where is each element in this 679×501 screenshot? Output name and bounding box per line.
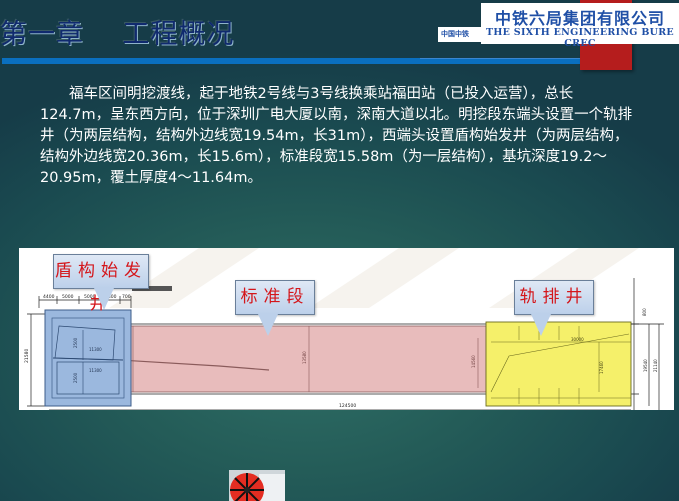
dim-right-1: 19540	[643, 359, 648, 372]
dim-right-top: 800	[642, 308, 647, 316]
dim-track-2: 17460	[599, 361, 604, 374]
company-name-en: THE SIXTH ENGINEERING BURE CREC	[486, 27, 674, 49]
callout-shield-launch-shaft: 盾构始发井	[53, 254, 149, 314]
callout-pointer	[94, 288, 114, 310]
dim-inner-1: 2500	[73, 337, 78, 348]
site-plan-diagram: 4400 5000 5000 1800 700 21580	[19, 248, 674, 410]
dim-inner-3: 11300	[89, 368, 102, 373]
dim-left-height: 21580	[24, 349, 30, 363]
dim-inner-4: 2500	[73, 372, 78, 383]
callout-standard-section: 标准段	[235, 280, 315, 336]
dim-top-5: 700	[122, 294, 131, 300]
company-logo: 中铁六局集团有限公司 THE SIXTH ENGINEERING BURE CR…	[481, 3, 679, 49]
track-shaft-area	[485, 321, 632, 407]
dim-std-2: 13580	[302, 351, 307, 364]
callout-standard-section-label: 标准段	[240, 287, 310, 307]
company-name-cn: 中铁六局集团有限公司	[494, 9, 665, 28]
callout-pointer	[258, 314, 278, 336]
dim-std-3: 14560	[471, 355, 476, 368]
dim-right-2: 21140	[653, 359, 658, 372]
right-dimension	[631, 278, 664, 410]
callout-track-laying-shaft: 轨排井	[514, 280, 594, 336]
dim-top-2: 5000	[62, 294, 74, 300]
dim-track-1: 30000	[571, 337, 584, 342]
page-title: 第一章 工程概况	[0, 19, 235, 50]
callout-track-laying-shaft-label: 轨排井	[519, 287, 589, 307]
project-description: 福车区间明挖渡线，起于地铁2号线与3号线换乘站福田站（已投入运营），总长124.…	[40, 86, 633, 186]
callout-pointer	[531, 314, 551, 336]
dim-total-length: 124500	[339, 403, 356, 409]
crec-small-label: 中国中铁	[438, 27, 482, 42]
dim-inner-2: 11300	[89, 347, 102, 352]
slide: 第一章 工程概况 中国中铁 中铁六局集团有限公司 THE SIXTH ENGIN…	[0, 0, 679, 501]
dim-top-1: 4400	[43, 294, 55, 300]
tbm-cutterhead-image	[229, 470, 285, 501]
watermark-band	[309, 248, 459, 308]
tbm-photo	[229, 470, 285, 501]
